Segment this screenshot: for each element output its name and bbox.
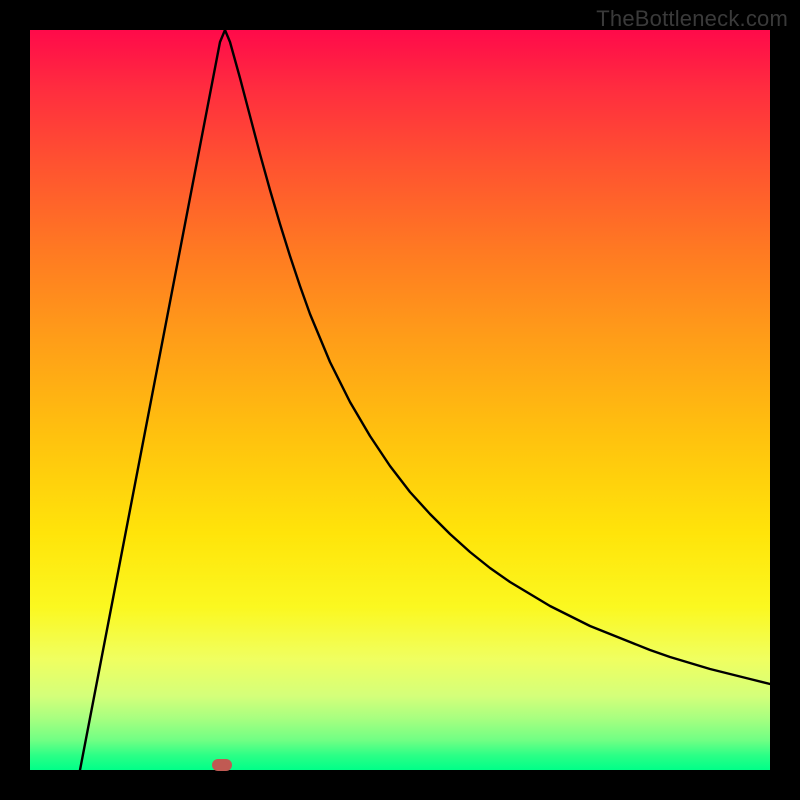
minimum-marker	[212, 759, 232, 771]
bottleneck-curve	[30, 30, 770, 770]
watermark-text: TheBottleneck.com	[596, 6, 788, 32]
chart-frame: TheBottleneck.com	[0, 0, 800, 800]
plot-area	[30, 30, 770, 770]
